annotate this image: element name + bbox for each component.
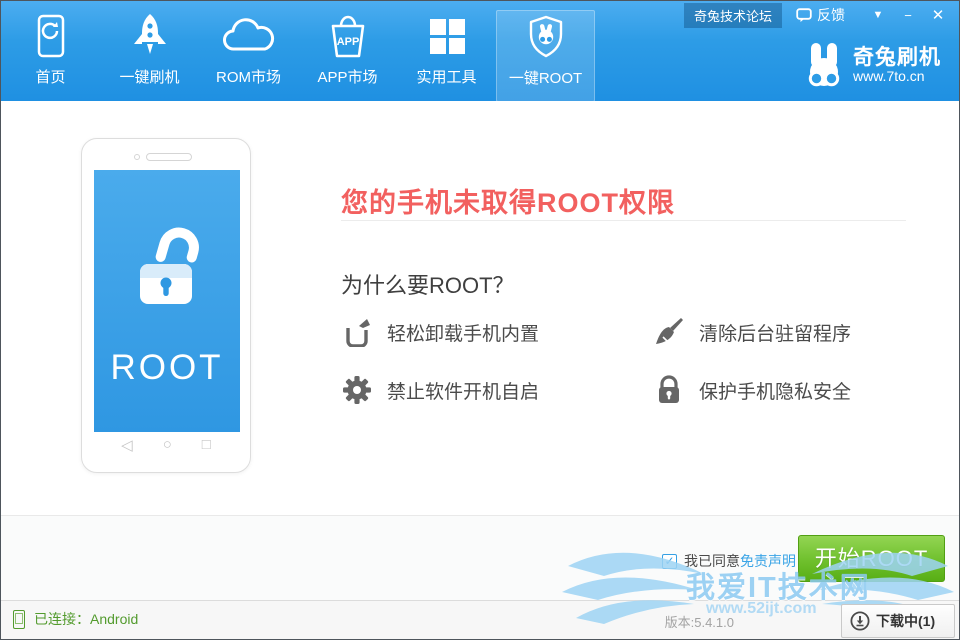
page-title: 您的手机未取得ROOT权限 — [341, 181, 675, 220]
feature-label: 禁止软件开机自启 — [387, 377, 539, 404]
phone-speaker-slot — [146, 153, 192, 161]
feature-clean: 清除后台驻留程序 — [653, 316, 911, 348]
unlocked-padlock-icon — [115, 220, 219, 330]
phone-home-icon: ○ — [163, 436, 172, 454]
feature-privacy: 保护手机隐私安全 — [653, 374, 911, 406]
feature-label: 轻松卸载手机内置 — [387, 319, 539, 346]
app-bag-text: APP — [336, 36, 359, 48]
tools-grid-icon — [427, 10, 467, 62]
nav-label: 一键刷机 — [119, 66, 179, 87]
nav-label: 首页 — [35, 66, 65, 87]
phone-illustration: ROOT ◁ ○ □ — [81, 138, 251, 473]
disclaimer-link[interactable]: 免责声明 — [740, 551, 796, 571]
nav-label: APP市场 — [317, 66, 377, 87]
feature-label: 清除后台驻留程序 — [699, 319, 851, 346]
dropdown-caret-icon[interactable]: ▼ — [863, 9, 893, 21]
phone-screen: ROOT — [94, 170, 240, 432]
nav-item-home[interactable]: 首页 — [1, 10, 100, 102]
connection-text: 已连接：Android — [34, 609, 138, 629]
download-label: 下载中(1) — [876, 611, 935, 631]
lock-icon — [653, 374, 685, 406]
main-nav: 首页 一键刷机 — [1, 1, 595, 101]
connection-status: 已连接：Android — [13, 609, 138, 629]
phone-back-icon: ◁ — [121, 436, 133, 454]
titlebar-controls: 奇兔技术论坛 反馈 ▼ − ✕ — [684, 3, 953, 27]
phone-recent-icon: □ — [202, 436, 211, 454]
gear-icon — [341, 374, 373, 406]
phone-screen-root-text: ROOT — [110, 348, 223, 388]
brand-url: www.7to.cn — [853, 69, 941, 84]
app-window: 首页 一键刷机 — [0, 0, 960, 640]
home-refresh-icon — [32, 10, 70, 62]
shield-rabbit-icon — [525, 11, 567, 63]
brand-name: 奇兔刷机 — [853, 46, 941, 69]
connected-phone-icon — [13, 610, 25, 629]
download-manager-button[interactable]: 下载中(1) — [841, 604, 955, 638]
agree-checkbox[interactable]: ✓ — [662, 554, 677, 569]
feature-label: 保护手机隐私安全 — [699, 377, 851, 404]
minimize-button[interactable]: − — [893, 8, 923, 23]
download-icon — [850, 611, 870, 631]
feedback-button[interactable]: 反馈 — [796, 5, 845, 25]
why-root-heading: 为什么要ROOT？ — [341, 268, 515, 300]
nav-item-rom-market[interactable]: ROM市场 — [199, 10, 298, 102]
action-bar: ✓ 我已同意 免责声明 开始ROOT — [1, 515, 959, 600]
rocket-icon — [129, 10, 171, 62]
cloud-icon — [221, 10, 277, 62]
version-label: 版本:5.4.1.0 — [665, 612, 734, 631]
phone-camera-dot — [134, 154, 140, 160]
feature-uninstall: 轻松卸载手机内置 — [341, 316, 599, 348]
nav-item-flash[interactable]: 一键刷机 — [100, 10, 199, 102]
status-bar: 已连接：Android 版本:5.4.1.0 下载中(1) — [1, 600, 959, 639]
title-divider — [341, 220, 906, 221]
close-button[interactable]: ✕ — [923, 6, 953, 24]
nav-item-tools[interactable]: 实用工具 — [397, 10, 496, 102]
feature-list: 轻松卸载手机内置 清除后台驻留程序 — [341, 316, 911, 406]
brush-icon — [653, 316, 685, 348]
agreement-row: ✓ 我已同意 免责声明 — [662, 551, 796, 571]
nav-label: 实用工具 — [416, 66, 476, 87]
nav-label: 一键ROOT — [509, 67, 582, 88]
forum-button[interactable]: 奇兔技术论坛 — [684, 3, 782, 28]
agree-label: 我已同意 — [684, 551, 740, 571]
app-bag-icon: APP — [325, 10, 371, 62]
phone-nav-bar: ◁ ○ □ — [82, 436, 250, 454]
header: 首页 一键刷机 — [1, 1, 959, 101]
nav-item-root[interactable]: 一键ROOT — [496, 10, 595, 102]
start-root-button[interactable]: 开始ROOT — [798, 535, 945, 582]
feature-autostart: 禁止软件开机自启 — [341, 374, 599, 406]
feedback-label: 反馈 — [817, 5, 845, 25]
nav-label: ROM市场 — [216, 66, 281, 87]
nav-item-app-market[interactable]: APP APP市场 — [298, 10, 397, 102]
speech-bubble-icon — [796, 8, 812, 23]
rabbit-logo-icon — [803, 41, 845, 89]
brand-logo: 奇兔刷机 www.7to.cn — [803, 41, 941, 89]
uninstall-box-icon — [341, 316, 373, 348]
